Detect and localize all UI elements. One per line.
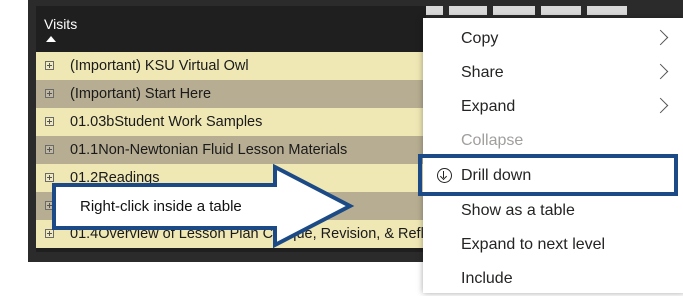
row-label: 01.2Readings [70,170,160,186]
row-label: (Important) KSU Virtual Owl [70,58,249,74]
chevron-right-icon [652,97,669,114]
expand-plus-icon[interactable] [45,173,54,182]
row-label: 01.03bStudent Work Samples [70,114,263,130]
menu-item-label: Copy [461,30,499,47]
table-row[interactable]: (Important) KSU Virtual Owl [36,52,426,80]
table-row[interactable]: 01.2Readings [36,164,426,192]
expand-plus-icon[interactable] [45,61,54,70]
matrix-table[interactable]: Visits (Important) KSU Virtual Owl (Impo… [36,6,426,252]
expand-plus-icon[interactable] [45,89,54,98]
drill-down-highlight [418,154,678,196]
menu-item-label: Expand to next level [461,236,606,253]
menu-item-share[interactable]: Share [423,56,683,90]
table-row[interactable]: 01.03bStudent Work Samples [36,108,426,136]
column-header-visits[interactable]: Visits [44,16,77,32]
menu-item-show-as-table[interactable]: Show as a table [423,194,683,228]
menu-item-label: Collapse [461,132,524,149]
row-label: 01.1Non-Newtonian Fluid Lesson Materials [70,142,348,158]
table-row[interactable]: 01.1Non-Newtonian Fluid Lesson Materials [36,136,426,164]
menu-item-expand[interactable]: Expand [423,90,683,124]
sort-ascending-icon[interactable] [46,36,56,42]
menu-item-label: Share [461,64,504,81]
menu-item-expand-next-level[interactable]: Expand to next level [423,228,683,262]
table-row[interactable]: 01.4Overview of Lesson Plan Critique, Re… [36,220,426,248]
menu-item-label: Show as a table [461,202,575,219]
chevron-right-icon [652,29,669,46]
expand-plus-icon[interactable] [45,201,54,210]
expand-plus-icon[interactable] [45,229,54,238]
callout-label: Right-click inside a table [80,198,242,215]
menu-item-include[interactable]: Include [423,262,683,296]
expand-plus-icon[interactable] [45,145,54,154]
row-label: 01.4Overview of Lesson Plan Critique, Re… [70,226,426,242]
menu-item-copy[interactable]: Copy [423,22,683,56]
table-header[interactable]: Visits [36,6,426,50]
chevron-right-icon [652,63,669,80]
menu-item-collapse: Collapse [423,124,683,158]
menu-item-label: Expand [461,98,516,115]
expand-plus-icon[interactable] [45,117,54,126]
table-row[interactable]: (Important) Start Here [36,80,426,108]
menu-item-label: Include [461,270,513,287]
row-label: (Important) Start Here [70,86,212,102]
